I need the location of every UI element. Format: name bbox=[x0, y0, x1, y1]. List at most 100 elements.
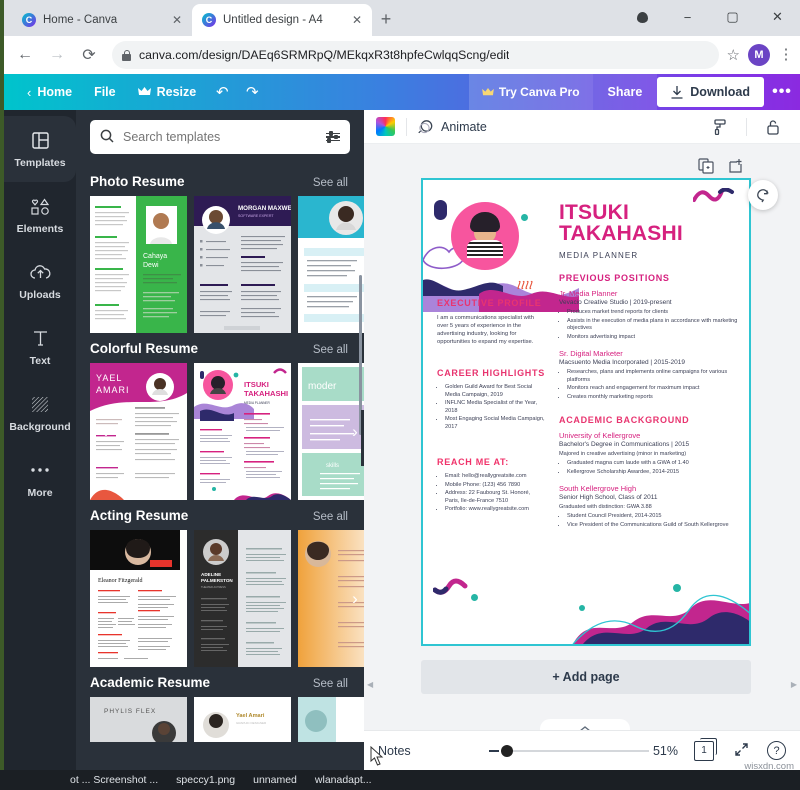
chrome-menu-icon[interactable]: ⋮ bbox=[778, 51, 794, 59]
carousel-next-icon[interactable]: › bbox=[344, 254, 364, 276]
section-header-acting-resume: Acting Resume See all bbox=[76, 500, 364, 530]
template-thumbnail[interactable]: Yael Amari GRAPHIC DESIGNER bbox=[194, 697, 291, 742]
resume-portrait-photo bbox=[451, 202, 519, 270]
template-thumbnail[interactable]: MORGAN MAXWELL SOFTWARE EXPERT bbox=[194, 196, 291, 333]
panel-collapse-handle[interactable]: ‹ bbox=[361, 410, 364, 466]
horizontal-scrollbar[interactable]: ◀ ▶ bbox=[364, 678, 800, 690]
help-question-icon[interactable]: ? bbox=[767, 741, 786, 760]
search-templates-box[interactable] bbox=[90, 120, 350, 154]
svg-text:Eleanor Fitzgerald: Eleanor Fitzgerald bbox=[98, 578, 142, 584]
template-thumbnail[interactable]: PHYLIS FLEX bbox=[90, 697, 187, 742]
carousel-next-icon[interactable]: › bbox=[344, 588, 364, 610]
expand-icon[interactable] bbox=[734, 742, 749, 760]
taskbar: ot ... Screenshot ... speccy1.png unname… bbox=[0, 770, 800, 790]
animate-button[interactable]: Animate bbox=[418, 119, 487, 135]
search-input[interactable] bbox=[123, 130, 317, 144]
add-page-icon[interactable] bbox=[728, 158, 744, 179]
crown-icon bbox=[138, 87, 151, 97]
template-thumbnail[interactable]: Cahaya Dewi bbox=[90, 196, 187, 333]
address-bar: ← → ⟳ canva.com/design/DAEq6SRMRpQ/MEkqx… bbox=[4, 36, 800, 74]
more-options-button[interactable]: ••• bbox=[764, 74, 800, 110]
home-button[interactable]: ‹ Home bbox=[16, 74, 83, 110]
see-all-link[interactable]: See all bbox=[313, 344, 348, 356]
browser-tab-untitled-design[interactable]: C Untitled design - A4 ✕ bbox=[192, 4, 372, 36]
list-item: Student Council President, 2014-2015 bbox=[567, 513, 739, 521]
new-tab-button[interactable]: + bbox=[372, 6, 400, 34]
share-button[interactable]: Share bbox=[593, 74, 658, 110]
tab-title: Untitled design - A4 bbox=[223, 14, 343, 26]
template-thumbnail-itsuki[interactable]: ITSUKI TAKAHASHI MEDIA PLANNER bbox=[194, 363, 291, 500]
page-count-button[interactable]: 1 bbox=[694, 741, 714, 761]
taskbar-item[interactable]: ot ... Screenshot ... bbox=[70, 774, 158, 786]
resume-last-name: TAKAHASHI bbox=[559, 223, 739, 244]
rainbow-swatch[interactable] bbox=[376, 117, 395, 136]
paint-roller-icon[interactable] bbox=[705, 119, 735, 135]
see-all-link[interactable]: See all bbox=[313, 177, 348, 189]
zoom-slider[interactable] bbox=[489, 745, 649, 757]
file-menu-button[interactable]: File bbox=[83, 74, 127, 110]
maximize-button[interactable]: ▢ bbox=[710, 1, 755, 33]
resume-school-note: Graduated with distinction: GWA 3.88 bbox=[559, 504, 739, 510]
resume-contact-bullets: Email: hello@reallygreatsite.com Mobile … bbox=[445, 473, 545, 514]
url-input[interactable]: canva.com/design/DAEq6SRMRpQ/MEkqxR3t8hp… bbox=[112, 41, 719, 69]
undo-button[interactable]: ↶ bbox=[207, 74, 237, 110]
taskbar-item[interactable]: wlanadapt... bbox=[315, 774, 372, 786]
minimize-button[interactable]: − bbox=[665, 1, 710, 33]
scroll-left-icon[interactable]: ◀ bbox=[367, 680, 373, 689]
animate-label: Animate bbox=[441, 120, 487, 134]
template-thumbnail[interactable]: ADELINE PALMERSTON THEATER ACTRESS bbox=[194, 530, 291, 667]
see-all-link[interactable]: See all bbox=[313, 678, 348, 690]
close-window-button[interactable]: ✕ bbox=[755, 1, 800, 33]
svg-text:MORGAN MAXWELL: MORGAN MAXWELL bbox=[238, 205, 291, 212]
filter-sliders-icon[interactable] bbox=[326, 133, 340, 142]
decor-hatch-marks bbox=[517, 280, 533, 294]
template-thumbnail[interactable]: Eleanor Fitzgerald bbox=[90, 530, 187, 667]
resume-first-name: ITSUKI bbox=[559, 202, 739, 223]
profile-avatar[interactable]: M bbox=[748, 44, 770, 66]
bookmark-star-icon[interactable]: ☆ bbox=[727, 46, 740, 64]
section-title: Photo Resume bbox=[90, 174, 185, 189]
list-item: Monitors advertising impact bbox=[567, 334, 739, 342]
try-pro-label: Try Canva Pro bbox=[499, 85, 580, 99]
text-icon bbox=[32, 327, 49, 349]
close-icon[interactable]: ✕ bbox=[350, 13, 364, 27]
collapse-panel-button[interactable] bbox=[540, 719, 630, 730]
see-all-link[interactable]: See all bbox=[313, 511, 348, 523]
download-button[interactable]: Download bbox=[657, 77, 764, 107]
scroll-right-icon[interactable]: ▶ bbox=[791, 680, 797, 689]
canva-icon: C bbox=[22, 13, 36, 27]
sidebar-item-background[interactable]: Background bbox=[4, 380, 76, 446]
sidebar-item-templates[interactable]: Templates bbox=[4, 116, 76, 182]
duplicate-page-icon[interactable] bbox=[698, 158, 714, 179]
close-icon[interactable]: ✕ bbox=[170, 13, 184, 27]
zoom-slider-knob[interactable] bbox=[501, 745, 513, 757]
zoom-out-icon[interactable] bbox=[489, 750, 499, 752]
resume-document: ITSUKI TAKAHASHI MEDIA PLANNER PREVIOUS … bbox=[423, 180, 749, 644]
template-thumbnail[interactable] bbox=[298, 697, 364, 742]
sidebar-item-label: Text bbox=[30, 355, 51, 367]
template-row-colorful-resume: YAEL AMARI ‹ bbox=[76, 363, 364, 500]
section-header-academic-resume: Academic Resume See all bbox=[76, 667, 364, 697]
mouse-cursor bbox=[370, 746, 384, 766]
try-canva-pro-button[interactable]: Try Canva Pro bbox=[469, 74, 593, 110]
back-button[interactable]: ← bbox=[10, 40, 40, 70]
browser-tab-home[interactable]: C Home - Canva ✕ bbox=[12, 4, 192, 36]
sidebar-item-text[interactable]: Text bbox=[4, 314, 76, 380]
taskbar-item[interactable]: unnamed bbox=[253, 774, 297, 786]
sidebar-item-elements[interactable]: Elements bbox=[4, 182, 76, 248]
sidebar-item-more[interactable]: More bbox=[4, 446, 76, 512]
sidebar-item-uploads[interactable]: Uploads bbox=[4, 248, 76, 314]
elements-icon bbox=[31, 195, 50, 217]
redo-button[interactable]: ↷ bbox=[237, 74, 267, 110]
forward-button[interactable]: → bbox=[42, 40, 72, 70]
carousel-prev-icon[interactable]: ‹ bbox=[94, 421, 116, 443]
chevron-left-icon: ‹ bbox=[27, 85, 31, 100]
taskbar-item[interactable]: speccy1.png bbox=[176, 774, 235, 786]
design-page[interactable]: ITSUKI TAKAHASHI MEDIA PLANNER PREVIOUS … bbox=[421, 178, 751, 646]
lock-icon[interactable] bbox=[758, 119, 788, 135]
zoom-slider-track[interactable] bbox=[513, 750, 649, 752]
resize-button[interactable]: Resize bbox=[127, 74, 208, 110]
reload-button[interactable]: ⟳ bbox=[74, 40, 104, 70]
refresh-comment-icon[interactable] bbox=[748, 180, 778, 210]
template-thumbnail[interactable]: YAEL AMARI ‹ bbox=[90, 363, 187, 500]
